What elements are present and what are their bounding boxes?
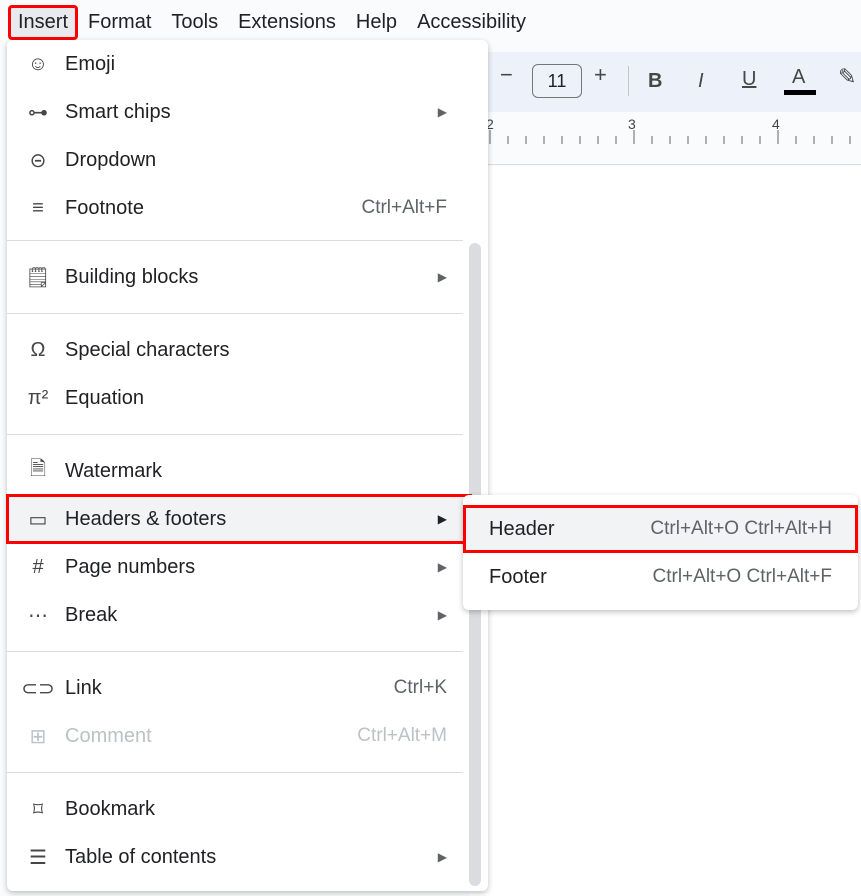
menu-divider — [7, 240, 463, 241]
menu-item-bookmark[interactable]: ⌑ Bookmark — [7, 785, 471, 833]
menu-item-headers-footers[interactable]: ▭ Headers & footers ▶ — [6, 494, 472, 544]
headers-footers-submenu: Header Ctrl+Alt+O Ctrl+Alt+H Footer Ctrl… — [463, 495, 858, 610]
menu-item-equation[interactable]: π² Equation — [7, 374, 471, 422]
menu-accessibility[interactable]: Accessibility — [409, 7, 534, 38]
bold-button[interactable]: B — [648, 70, 662, 93]
item-label: Dropdown — [65, 148, 157, 171]
menu-format[interactable]: Format — [80, 7, 159, 38]
menu-item-comment[interactable]: ⊞ Comment Ctrl+Alt+M — [7, 712, 471, 760]
menu-item-smart-chips[interactable]: ⊶ Smart chips ▶ — [7, 88, 471, 136]
text-color-button[interactable]: A — [792, 66, 805, 89]
menu-item-page-numbers[interactable]: # Page numbers ▶ — [7, 543, 471, 591]
break-icon: ⋯ — [28, 604, 48, 627]
insert-menu: ☺ Emoji ⊶ Smart chips ▶ ⊝ Dropdown ≡ Footnot… — [6, 40, 488, 891]
dropdown-icon: ⊝ — [29, 149, 47, 172]
item-shortcut: Ctrl+Alt+O Ctrl+Alt+H — [650, 518, 832, 539]
item-label: Emoji — [65, 52, 116, 75]
menu-item-emoji[interactable]: ☺ Emoji — [7, 40, 471, 88]
item-label: Smart chips — [65, 100, 171, 123]
toc-icon: ☰ — [29, 846, 47, 869]
toolbar-divider — [628, 66, 629, 96]
footnote-icon: ≡ — [32, 196, 44, 219]
item-label: Bookmark — [65, 797, 156, 820]
item-label: Watermark — [65, 459, 163, 482]
submenu-item-footer[interactable]: Footer Ctrl+Alt+O Ctrl+Alt+F — [463, 553, 858, 601]
submenu-arrow-icon: ▶ — [437, 850, 447, 864]
item-label: Page numbers — [65, 555, 196, 578]
pi-icon: π² — [27, 386, 49, 409]
item-label: Comment — [65, 724, 152, 747]
item-shortcut: Ctrl+Alt+F — [361, 197, 447, 218]
font-size-input[interactable]: 11 — [532, 64, 582, 98]
menu-item-link[interactable]: ⊂⊃ Link Ctrl+K — [7, 664, 471, 712]
menu-item-dropdown[interactable]: ⊝ Dropdown — [7, 136, 471, 184]
underline-button[interactable]: U — [742, 68, 756, 91]
menu-bar: Insert Format Tools Extensions Help Acce… — [0, 0, 861, 44]
menu-item-building-blocks[interactable]: 🗒 Building blocks ▶ — [7, 253, 471, 301]
menu-item-special-characters[interactable]: Ω Special characters — [7, 326, 471, 374]
hash-icon: # — [32, 555, 44, 578]
comment-icon: ⊞ — [29, 725, 47, 748]
item-label: Special characters — [65, 338, 230, 361]
menu-tools[interactable]: Tools — [163, 7, 226, 38]
submenu-arrow-icon: ▶ — [437, 105, 447, 119]
headers-footers-icon: ▭ — [28, 508, 48, 531]
ruler-ticks — [489, 130, 851, 144]
submenu-arrow-icon: ▶ — [437, 560, 447, 574]
menu-divider — [7, 434, 463, 435]
item-label: Building blocks — [65, 265, 199, 288]
decrease-font-size-button[interactable]: − — [500, 62, 513, 88]
menu-item-table-of-contents[interactable]: ☰ Table of contents ▶ — [7, 833, 471, 881]
text-color-swatch — [784, 90, 816, 95]
bookmark-icon: ⌑ — [32, 798, 44, 821]
menu-insert[interactable]: Insert — [7, 4, 79, 40]
watermark-icon: 🗎 — [29, 458, 47, 480]
item-label: Headers & footers — [65, 507, 227, 530]
menu-item-watermark[interactable]: 🗎 Watermark — [7, 447, 471, 495]
item-shortcut: Ctrl+Alt+O Ctrl+Alt+F — [652, 566, 833, 587]
item-shortcut: Ctrl+Alt+M — [357, 725, 447, 746]
item-label: Footnote — [65, 196, 144, 219]
submenu-arrow-icon: ▶ — [437, 608, 447, 622]
menu-help[interactable]: Help — [348, 7, 405, 38]
item-label: Link — [65, 676, 102, 699]
emoji-icon: ☺ — [27, 52, 49, 75]
menu-divider — [7, 772, 463, 773]
link-icon: ⊂⊃ — [21, 677, 55, 700]
submenu-arrow-icon: ▶ — [437, 270, 447, 284]
toolbar: − 11 + B I U A ✎ — [470, 52, 861, 112]
omega-icon: Ω — [30, 338, 46, 361]
ruler: 2 3 4 — [470, 112, 861, 165]
menu-item-break[interactable]: ⋯ Break ▶ — [7, 591, 471, 639]
menu-divider — [7, 651, 463, 652]
item-label: Footer — [489, 565, 547, 588]
menu-item-footnote[interactable]: ≡ Footnote Ctrl+Alt+F — [7, 184, 471, 232]
item-label: Table of contents — [65, 845, 217, 868]
menu-divider — [7, 313, 463, 314]
item-label: Break — [65, 603, 118, 626]
menu-extensions[interactable]: Extensions — [230, 7, 344, 38]
submenu-item-header[interactable]: Header Ctrl+Alt+O Ctrl+Alt+H — [463, 505, 858, 553]
smart-chips-icon: ⊶ — [28, 101, 48, 124]
item-label: Header — [489, 517, 555, 540]
increase-font-size-button[interactable]: + — [594, 62, 607, 88]
submenu-arrow-icon: ▶ — [437, 512, 447, 526]
italic-button[interactable]: I — [698, 70, 704, 93]
item-shortcut: Ctrl+K — [393, 677, 447, 698]
building-blocks-icon: 🗒 — [25, 266, 51, 289]
pencil-icon[interactable]: ✎ — [838, 64, 856, 90]
item-label: Equation — [65, 386, 144, 409]
